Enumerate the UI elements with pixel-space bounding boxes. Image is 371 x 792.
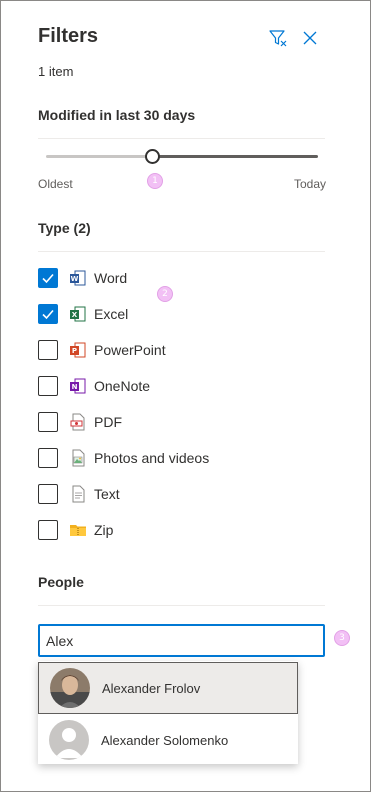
type-filter-text[interactable]: Text [38,482,120,506]
excel-icon: X [69,305,87,323]
close-button[interactable] [299,27,321,49]
divider [38,251,325,252]
checkbox[interactable] [38,268,58,288]
zip-folder-icon [69,521,87,539]
annotation-badge-2: 2 [157,286,173,302]
checkbox[interactable] [38,520,58,540]
onenote-icon: N [69,377,87,395]
type-filter-zip[interactable]: Zip [38,518,113,542]
type-filter-pdf[interactable]: PDF [38,410,122,434]
people-suggestions-dropdown: Alexander Frolov Alexander Solomenko [38,661,298,764]
type-filter-onenote[interactable]: N OneNote [38,374,150,398]
checkbox[interactable] [38,340,58,360]
slider-track-unfilled[interactable] [46,155,153,158]
type-filter-photos-and-videos[interactable]: Photos and videos [38,446,209,470]
type-label: OneNote [94,378,151,394]
clear-filter-icon [269,30,287,47]
type-filter-powerpoint[interactable]: P PowerPoint [38,338,166,362]
slider-track-filled[interactable] [152,155,318,158]
type-label: Zip [94,522,114,538]
clear-filters-button[interactable] [267,27,289,49]
type-filter-word[interactable]: W Word [38,266,127,290]
type-label: PowerPoint [94,342,166,358]
annotation-badge-3: 3 [334,630,350,646]
person-suggestion[interactable]: Alexander Solomenko [38,714,298,766]
svg-text:W: W [71,275,79,283]
close-icon [303,31,317,45]
filters-panel: Filters 1 item Modified in last 30 days … [0,0,371,792]
type-filter-excel[interactable]: X Excel [38,302,128,326]
checkbox[interactable] [38,448,58,468]
slider-max-label: Today [294,177,327,191]
word-icon: W [69,269,87,287]
pdf-icon [69,413,87,431]
avatar [49,720,89,760]
checkbox[interactable] [38,484,58,504]
svg-text:X: X [72,311,78,319]
checkbox[interactable] [38,304,58,324]
checkbox[interactable] [38,376,58,396]
avatar [50,668,90,708]
panel-title: Filters [38,25,99,47]
type-label: Photos and videos [94,450,210,466]
type-section-title: Type (2) [38,220,91,236]
people-search-input[interactable] [38,624,325,657]
svg-text:P: P [72,347,77,355]
type-label: Excel [94,306,129,322]
checkmark-icon [42,273,54,284]
person-name: Alexander Frolov [102,680,201,696]
divider [38,138,325,139]
type-label: Text [94,486,120,502]
svg-text:N: N [72,383,78,391]
checkbox[interactable] [38,412,58,432]
text-file-icon [69,485,87,503]
type-label: Word [94,270,128,286]
item-count: 1 item [38,64,74,79]
divider [38,605,325,606]
people-section-title: People [38,574,84,590]
powerpoint-icon: P [69,341,87,359]
type-label: PDF [94,414,122,430]
date-slider-thumb[interactable] [144,149,160,164]
photo-icon [69,449,87,467]
person-name: Alexander Solomenko [101,732,229,748]
checkmark-icon [42,309,54,320]
annotation-badge-1: 1 [147,173,163,189]
slider-min-label: Oldest [38,177,73,191]
person-suggestion-selected[interactable]: Alexander Frolov [38,662,298,714]
modified-section-title: Modified in last 30 days [38,107,196,123]
